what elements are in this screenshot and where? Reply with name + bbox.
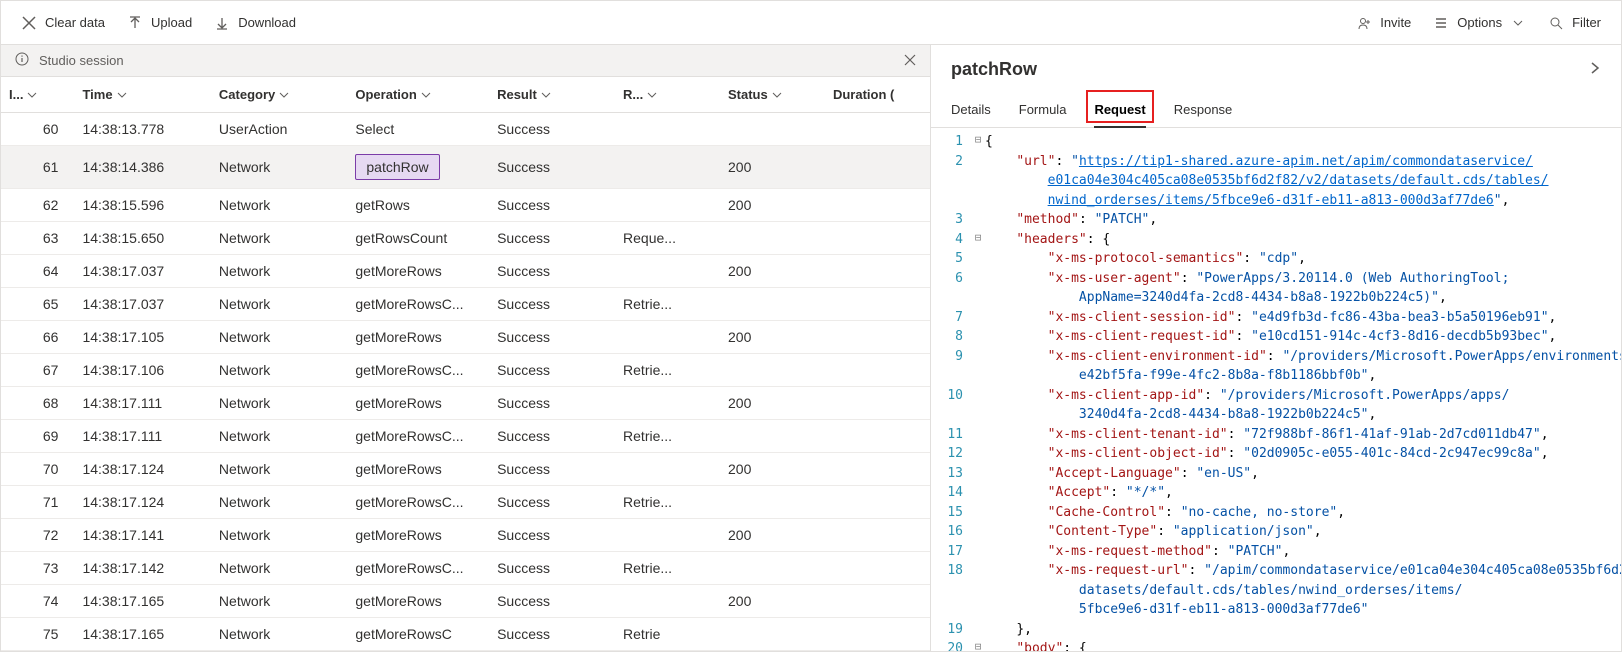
table-row[interactable]: 6814:38:17.111NetworkgetMoreRowsSuccess2… — [1, 387, 930, 420]
options-button[interactable]: Options — [1433, 15, 1526, 31]
code-line: 11 "x-ms-client-tenant-id": "72f988bf-86… — [931, 425, 1621, 445]
code-line: 1⊟{ — [931, 132, 1621, 152]
table-row[interactable]: 7314:38:17.142NetworkgetMoreRowsC...Succ… — [1, 552, 930, 585]
info-icon — [15, 52, 29, 69]
search-icon — [1548, 15, 1564, 31]
tab-details[interactable]: Details — [951, 94, 991, 127]
monitor-grid-pane: Studio session I... Time Category Operat… — [1, 45, 931, 651]
col-duration[interactable]: Duration ( — [833, 87, 894, 102]
table-row[interactable]: 6914:38:17.111NetworkgetMoreRowsC...Succ… — [1, 420, 930, 453]
code-line: datasets/default.cds/tables/nwind_orders… — [931, 581, 1621, 601]
session-close-button[interactable] — [904, 53, 916, 69]
code-line: 5 "x-ms-protocol-semantics": "cdp", — [931, 249, 1621, 269]
table-row[interactable]: 6214:38:15.596NetworkgetRowsSuccess200 — [1, 189, 930, 222]
col-r[interactable]: R... — [623, 87, 643, 102]
download-icon — [214, 15, 230, 31]
options-label: Options — [1457, 15, 1502, 30]
code-line: 18 "x-ms-request-url": "/apim/commondata… — [931, 561, 1621, 581]
detail-tabs: Details Formula Request Response — [931, 94, 1621, 128]
code-line: 8 "x-ms-client-request-id": "e10cd151-91… — [931, 327, 1621, 347]
invite-button[interactable]: Invite — [1356, 15, 1411, 31]
table-row[interactable]: 6414:38:17.037NetworkgetMoreRowsSuccess2… — [1, 255, 930, 288]
code-line: 7 "x-ms-client-session-id": "e4d9fb3d-fc… — [931, 308, 1621, 328]
tab-formula[interactable]: Formula — [1019, 94, 1067, 127]
request-code-editor[interactable]: 1⊟{2 "url": "https://tip1-shared.azure-a… — [931, 128, 1621, 651]
upload-icon — [127, 15, 143, 31]
code-line: 13 "Accept-Language": "en-US", — [931, 464, 1621, 484]
chevron-down-icon — [1510, 15, 1526, 31]
code-line: 16 "Content-Type": "application/json", — [931, 522, 1621, 542]
code-line: nwind_orderses/items/5fbce9e6-d31f-eb11-… — [931, 191, 1621, 211]
session-label: Studio session — [39, 53, 124, 68]
code-line: 5fbce9e6-d31f-eb11-a813-000d3af77de6" — [931, 600, 1621, 620]
table-row[interactable]: 7114:38:17.124NetworkgetMoreRowsC...Succ… — [1, 486, 930, 519]
col-time[interactable]: Time — [82, 87, 112, 102]
table-row[interactable]: 6114:38:14.386NetworkpatchRowSuccess200 — [1, 146, 930, 189]
col-category[interactable]: Category — [219, 87, 275, 102]
col-result[interactable]: Result — [497, 87, 537, 102]
col-index[interactable]: I... — [9, 87, 23, 102]
code-line: e01ca04e304c405ca08e0535bf6d2f82/v2/data… — [931, 171, 1621, 191]
code-line: 20⊟ "body": { — [931, 639, 1621, 651]
code-line: 19 }, — [931, 620, 1621, 640]
table-row[interactable]: 7414:38:17.165NetworkgetMoreRowsSuccess2… — [1, 585, 930, 618]
code-line: 6 "x-ms-user-agent": "PowerApps/3.20114.… — [931, 269, 1621, 289]
clear-data-button[interactable]: Clear data — [21, 15, 105, 31]
upload-button[interactable]: Upload — [127, 15, 192, 31]
table-row[interactable]: 6714:38:17.106NetworkgetMoreRowsC...Succ… — [1, 354, 930, 387]
col-status[interactable]: Status — [728, 87, 768, 102]
close-icon — [21, 15, 37, 31]
tab-request-label: Request — [1094, 102, 1145, 117]
table-row[interactable]: 6614:38:17.105NetworkgetMoreRowsSuccess2… — [1, 321, 930, 354]
invite-label: Invite — [1380, 15, 1411, 30]
detail-title: patchRow — [951, 59, 1037, 80]
code-line: 4⊟ "headers": { — [931, 230, 1621, 250]
grid-scroll[interactable]: I... Time Category Operation Result R...… — [1, 77, 930, 651]
code-line: 9 "x-ms-client-environment-id": "/provid… — [931, 347, 1621, 367]
code-line: 2 "url": "https://tip1-shared.azure-apim… — [931, 152, 1621, 172]
detail-pane: patchRow Details Formula Request Respons… — [931, 45, 1621, 651]
table-row[interactable]: 7014:38:17.124NetworkgetMoreRowsSuccess2… — [1, 453, 930, 486]
code-line: 3 "method": "PATCH", — [931, 210, 1621, 230]
table-row[interactable]: 6314:38:15.650NetworkgetRowsCountSuccess… — [1, 222, 930, 255]
code-line: e42bf5fa-f99e-4fc2-8b8a-f8b1186bbf0b", — [931, 366, 1621, 386]
table-row[interactable]: 6514:38:17.037NetworkgetMoreRowsC...Succ… — [1, 288, 930, 321]
code-line: 14 "Accept": "*/*", — [931, 483, 1621, 503]
tab-response[interactable]: Response — [1174, 94, 1233, 127]
operation-highlight: patchRow — [355, 154, 439, 180]
table-row[interactable]: 7214:38:17.141NetworkgetMoreRowsSuccess2… — [1, 519, 930, 552]
person-add-icon — [1356, 15, 1372, 31]
code-line: 10 "x-ms-client-app-id": "/providers/Mic… — [931, 386, 1621, 406]
code-line: AppName=3240d4fa-2cd8-4434-b8a8-1922b0b2… — [931, 288, 1621, 308]
code-line: 15 "Cache-Control": "no-cache, no-store"… — [931, 503, 1621, 523]
collapse-pane-button[interactable] — [1589, 59, 1601, 80]
code-line: 12 "x-ms-client-object-id": "02d0905c-e0… — [931, 444, 1621, 464]
tab-request[interactable]: Request — [1094, 94, 1145, 127]
filter-label: Filter — [1572, 15, 1601, 30]
code-line: 17 "x-ms-request-method": "PATCH", — [931, 542, 1621, 562]
session-bar: Studio session — [1, 45, 930, 77]
list-icon — [1433, 15, 1449, 31]
upload-label: Upload — [151, 15, 192, 30]
code-line: 3240d4fa-2cd8-4434-b8a8-1922b0b224c5", — [931, 405, 1621, 425]
download-button[interactable]: Download — [214, 15, 296, 31]
top-toolbar: Clear data Upload Download Invite Opti — [1, 1, 1621, 45]
col-operation[interactable]: Operation — [355, 87, 416, 102]
events-table: I... Time Category Operation Result R...… — [1, 77, 930, 651]
download-label: Download — [238, 15, 296, 30]
table-row[interactable]: 6014:38:13.778UserActionSelectSuccess — [1, 113, 930, 146]
clear-data-label: Clear data — [45, 15, 105, 30]
filter-button[interactable]: Filter — [1548, 15, 1601, 31]
table-row[interactable]: 7514:38:17.165NetworkgetMoreRowsCSuccess… — [1, 618, 930, 651]
